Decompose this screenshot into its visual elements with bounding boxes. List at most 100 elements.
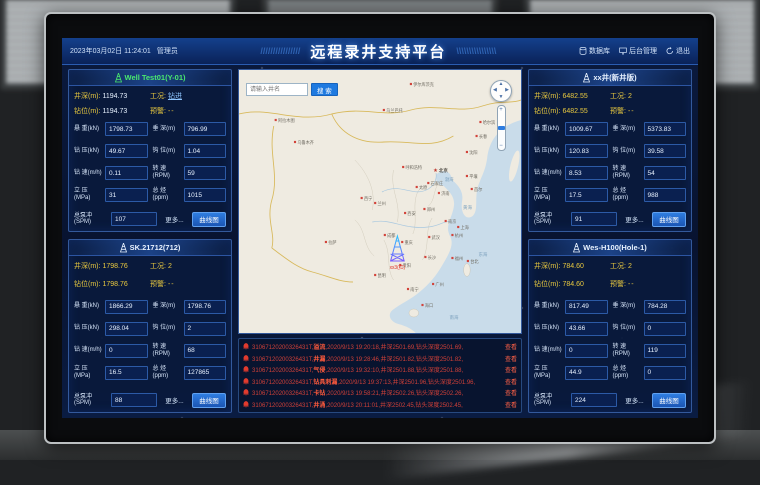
rop-label: 钻 速(m/h) xyxy=(534,347,563,354)
svg-text:济南: 济南 xyxy=(441,190,449,197)
warning-label: 预警: xyxy=(610,281,626,288)
zoom-out-icon[interactable]: − xyxy=(499,143,503,149)
curve-chart-button[interactable]: 曲线图 xyxy=(652,212,686,227)
depth-value: 784.60 xyxy=(562,263,583,270)
hookload-value: 1866.29 xyxy=(105,300,148,314)
rpm-value: 119 xyxy=(644,344,687,358)
alarm-row[interactable]: 31067120200326431T,井涌,2020/9/13 20:11:01… xyxy=(243,400,517,409)
hookload-label: 悬 重(kN) xyxy=(74,126,103,133)
pan-right-icon[interactable]: ▶ xyxy=(505,88,509,93)
alarm-bell-icon xyxy=(243,378,249,385)
hookload-label: 悬 重(kN) xyxy=(534,303,563,310)
map-pan-zoom-control: ▲ ▼ ◀ ▶ + − xyxy=(490,80,512,151)
rop-value: 0 xyxy=(105,344,148,358)
rop-label: 钻 速(m/h) xyxy=(74,347,103,354)
wob-label: 钻 压(kN) xyxy=(534,148,563,155)
condition-value[interactable]: 2 xyxy=(628,93,632,100)
pan-down-icon[interactable]: ▼ xyxy=(499,95,504,100)
hookpos-value: 2 xyxy=(184,322,227,336)
alarm-view-link[interactable]: 查看 xyxy=(505,365,517,374)
alarm-row[interactable]: 31067120200326431T,溢流,2020/9/13 19:20:18… xyxy=(243,342,517,351)
condition-label: 工况: xyxy=(150,263,166,270)
search-button[interactable]: 搜 索 xyxy=(311,83,338,96)
alarm-view-link[interactable]: 查看 xyxy=(505,354,517,363)
bit-depth-value: 1798.76 xyxy=(102,281,127,288)
depth-value: 1194.73 xyxy=(102,93,127,100)
tvd-value: 1798.76 xyxy=(184,300,227,314)
database-icon xyxy=(579,47,587,55)
wob-label: 钻 压(kN) xyxy=(74,148,103,155)
more-link[interactable]: 更多... xyxy=(160,214,189,224)
curve-chart-button[interactable]: 曲线图 xyxy=(652,393,686,408)
tvd-value: 796.99 xyxy=(184,122,227,136)
condition-value[interactable]: 2 xyxy=(628,263,632,270)
taiwan-island xyxy=(464,264,471,277)
alarm-bell-icon xyxy=(243,343,249,350)
alarm-row[interactable]: 31067120200326431T,气侵,2020/9/13 19:32:10… xyxy=(243,365,517,374)
pump-spm-label: 总泵冲(SPM) xyxy=(74,394,108,408)
well-panel-title: Well Test01(Y-01) xyxy=(69,70,231,86)
svg-text:广州: 广州 xyxy=(435,281,443,288)
zoom-in-icon[interactable]: + xyxy=(499,107,503,113)
derrick-icon xyxy=(120,243,127,253)
hookpos-label: 钩 位(m) xyxy=(153,325,182,332)
total-gas-label: 总 烃(ppm) xyxy=(613,188,642,202)
svg-text:重庆: 重庆 xyxy=(405,239,414,246)
curve-chart-button[interactable]: 曲线图 xyxy=(192,393,226,408)
hookpos-label: 钩 位(m) xyxy=(613,325,642,332)
admin-button[interactable]: 后台管理 xyxy=(619,46,657,56)
more-link[interactable]: 更多... xyxy=(620,214,649,224)
tvd-label: 垂 深(m) xyxy=(613,303,642,310)
pan-left-icon[interactable]: ◀ xyxy=(493,88,497,93)
pan-compass[interactable]: ▲ ▼ ◀ ▶ xyxy=(490,80,512,102)
sea-label: 渤海 xyxy=(445,176,454,183)
bit-depth-label: 钻位(m): xyxy=(74,108,100,115)
bit-depth-value: 784.60 xyxy=(562,281,583,288)
tvd-label: 垂 深(m) xyxy=(153,303,182,310)
pan-up-icon[interactable]: ▲ xyxy=(499,82,504,87)
logout-arrow-icon xyxy=(666,47,674,55)
database-button[interactable]: 数据库 xyxy=(579,46,610,56)
alarm-row[interactable]: 31067120200326431T,井漏,2020/9/13 19:28:46… xyxy=(243,354,517,363)
hookload-value: 1009.67 xyxy=(565,122,608,136)
condition-label: 工况: xyxy=(610,263,626,270)
left-well-column: Well Test01(Y-01) 井深(m):1194.73 工况:钻进 钻位… xyxy=(68,69,232,413)
condition-value[interactable]: 钻进 xyxy=(168,93,182,100)
svg-text:福州: 福州 xyxy=(455,255,463,262)
right-well-column: xx井(新井版) 井深(m):6482.55 工况:2 钻位(m):6482.5… xyxy=(528,69,692,413)
alarm-view-link[interactable]: 查看 xyxy=(505,388,517,397)
zoom-slider-handle[interactable] xyxy=(498,126,505,130)
depth-label: 井深(m): xyxy=(74,263,100,270)
well-search-input[interactable] xyxy=(246,83,308,96)
alarm-view-link[interactable]: 查看 xyxy=(505,400,517,409)
spp-label: 立 压(MPa) xyxy=(534,188,563,202)
svg-text:成都: 成都 xyxy=(387,232,396,239)
alarm-row[interactable]: 31067120200326431T,卡钻,2020/9/13 19:58:21… xyxy=(243,388,517,397)
more-link[interactable]: 更多... xyxy=(160,395,189,405)
condition-value[interactable]: 2 xyxy=(168,263,172,270)
pump-spm-value: 88 xyxy=(111,393,157,407)
depth-label: 井深(m): xyxy=(74,93,100,100)
depth-value: 6482.55 xyxy=(562,93,587,100)
svg-text:南宁: 南宁 xyxy=(410,286,418,292)
more-link[interactable]: 更多... xyxy=(620,395,649,405)
curve-chart-button[interactable]: 曲线图 xyxy=(192,212,226,227)
well-panel-wes-h100: Wes-H100(Hole-1) 井深(m):784.60 工况:2 钻位(m)… xyxy=(528,239,692,413)
svg-text:阿拉木图: 阿拉木图 xyxy=(278,117,295,124)
china-map[interactable]: 渤海黄海东海南海 乌兰巴托伊尔库茨克阿拉木图乌鲁木齐哈尔滨长春沈阳呼和浩特石家庄… xyxy=(238,69,522,334)
alarm-view-link[interactable]: 查看 xyxy=(505,342,517,351)
depth-label: 井深(m): xyxy=(534,93,560,100)
spp-label: 立 压(MPa) xyxy=(534,366,563,380)
city-marker: 乌兰巴托 xyxy=(383,107,404,114)
zoom-slider[interactable]: + − xyxy=(497,105,506,151)
well-panel-title: Wes-H100(Hole-1) xyxy=(529,240,691,256)
alarm-view-link[interactable]: 查看 xyxy=(505,377,517,386)
spp-label: 立 压(MPa) xyxy=(74,188,103,202)
rpm-label: 转 速(RPM) xyxy=(613,344,642,358)
total-gas-value: 127865 xyxy=(184,366,227,380)
logout-button[interactable]: 退出 xyxy=(666,46,690,56)
alarm-row[interactable]: 31067120200326431T,钻具刺漏,2020/9/13 19:37:… xyxy=(243,377,517,386)
condition-label: 工况: xyxy=(610,93,626,100)
total-gas-value: 988 xyxy=(644,188,687,202)
depth-label: 井深(m): xyxy=(534,263,560,270)
